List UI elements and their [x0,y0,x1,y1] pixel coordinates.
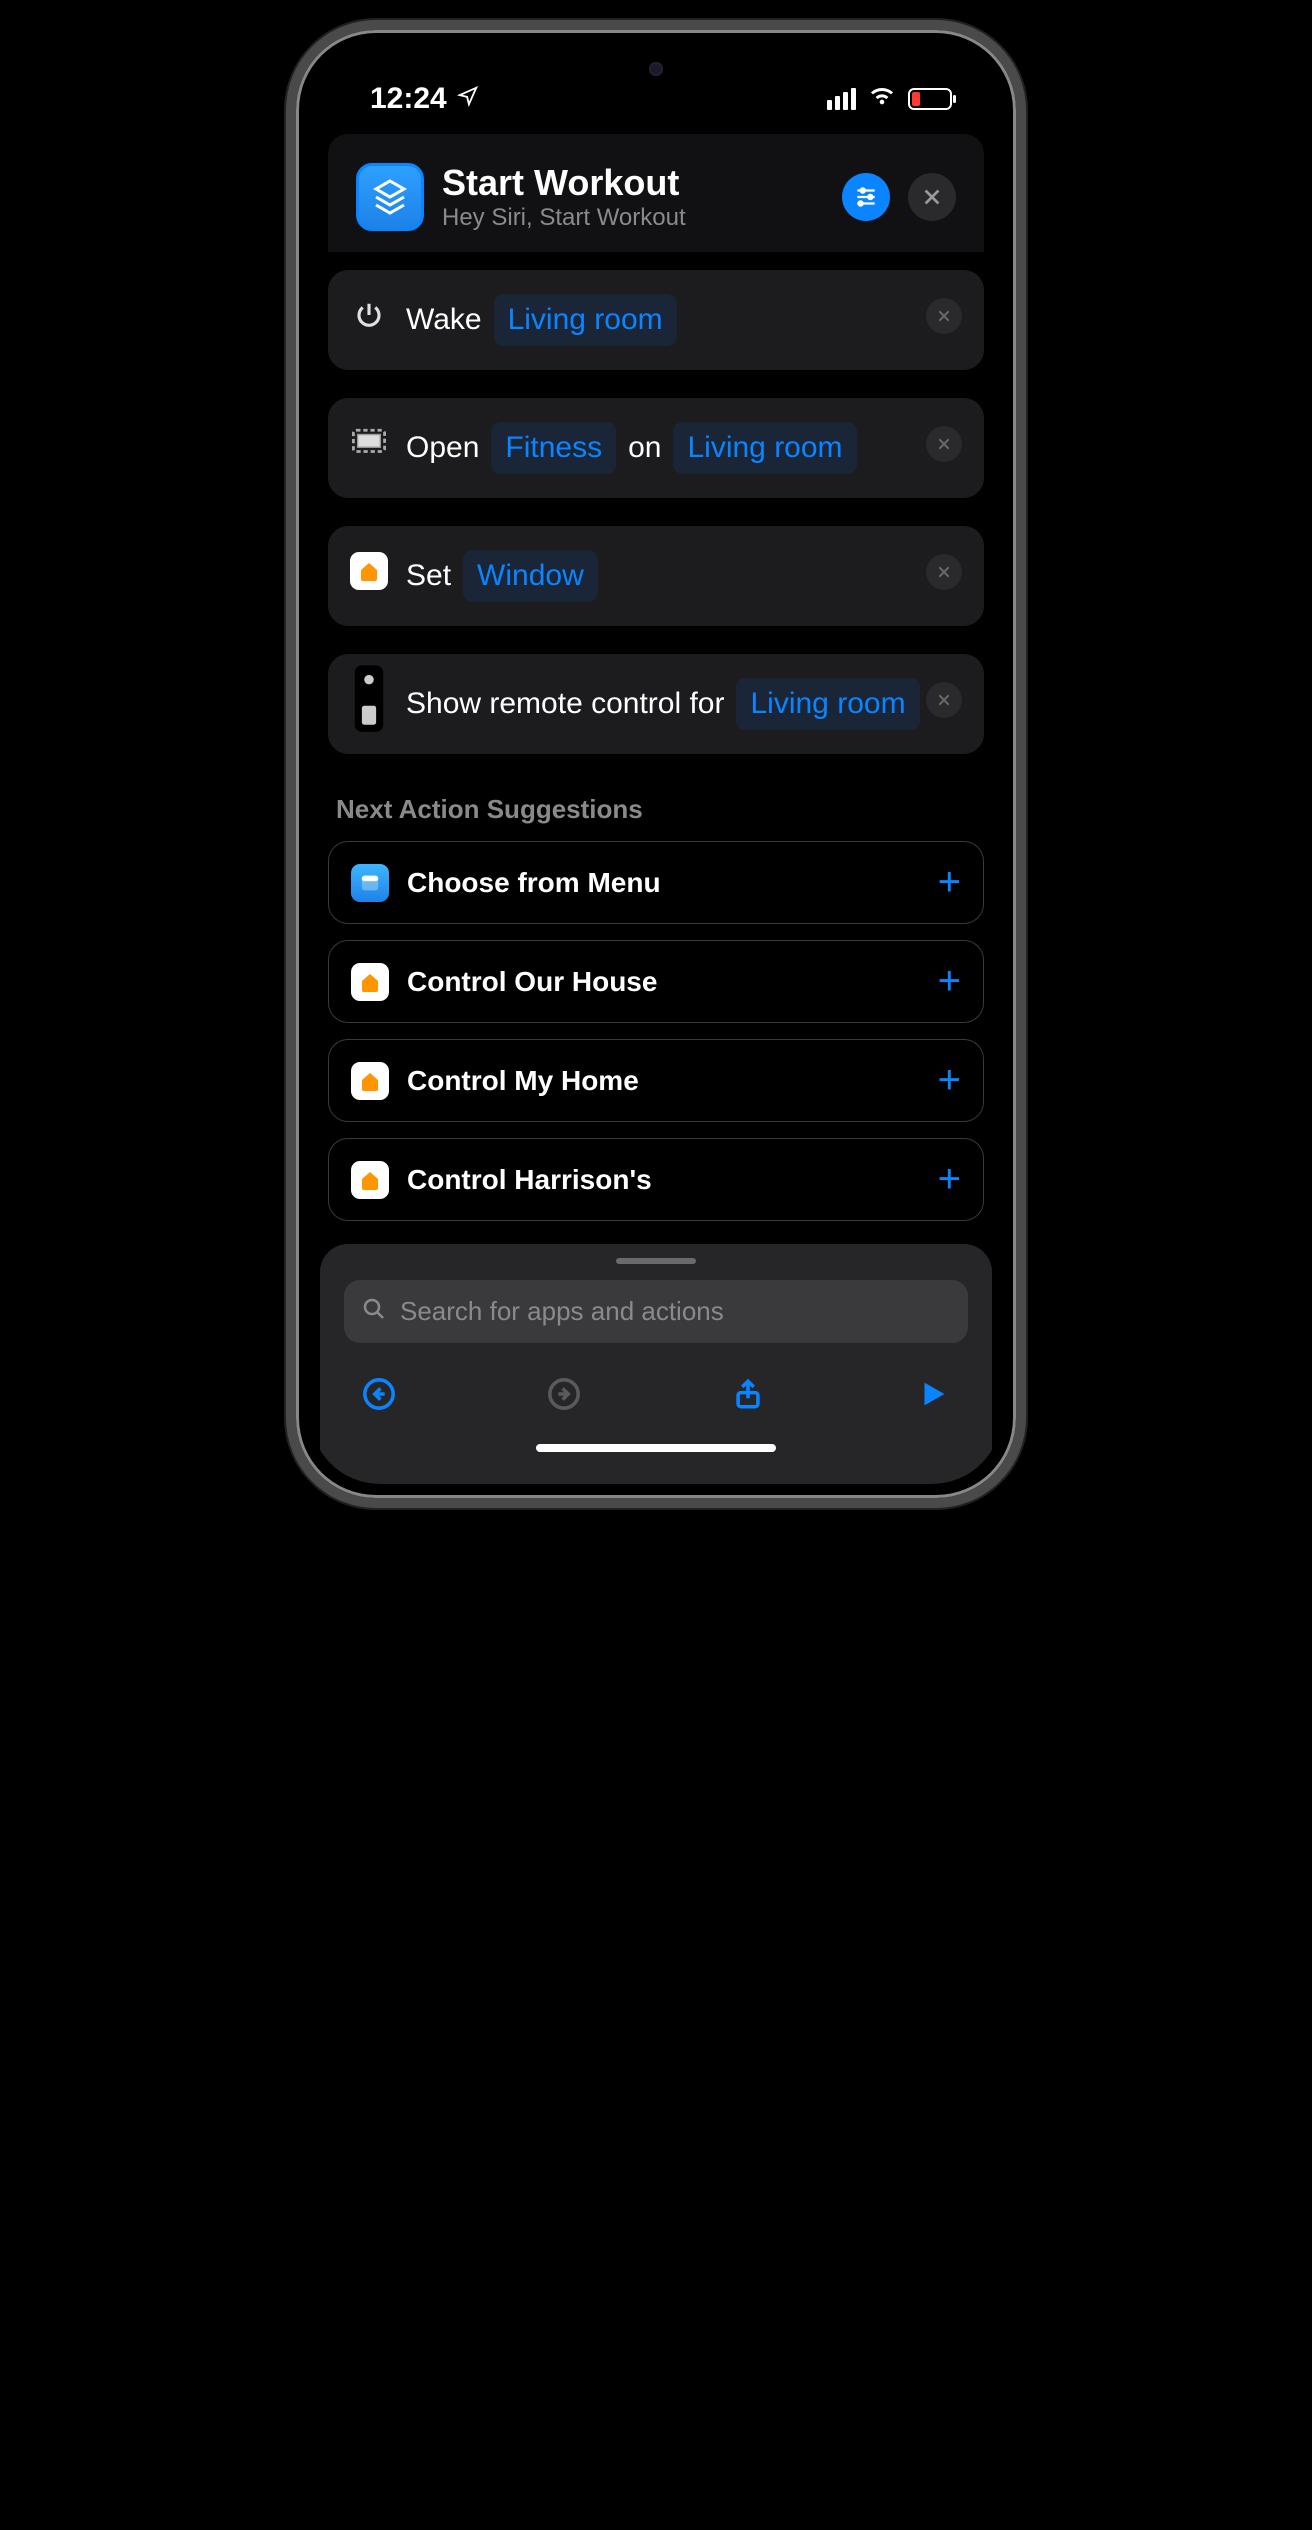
tv-icon [350,424,388,462]
location-icon [457,85,479,114]
play-icon [916,1377,950,1411]
siri-phrase: Hey Siri, Start Workout [442,204,824,232]
add-suggestion-button[interactable]: + [938,1058,961,1103]
add-suggestion-button[interactable]: + [938,1157,961,1202]
redo-icon [547,1377,581,1411]
action-card[interactable]: WakeLiving room [328,270,984,370]
action-body: Set Window [406,550,962,602]
remove-action-button[interactable] [926,298,962,334]
action-parameter[interactable]: Living room [673,422,856,474]
add-suggestion-button[interactable]: + [938,860,961,905]
suggestion-label: Control My Home [407,1065,920,1097]
suggestion-item[interactable]: Control My Home + [328,1039,984,1122]
action-text: Wake [406,296,482,344]
share-button[interactable] [731,1377,765,1416]
action-body: OpenFitnessonLiving room [406,422,962,474]
battery-icon [908,88,952,110]
suggestion-item[interactable]: Control Our House + [328,940,984,1023]
action-body: WakeLiving room [406,294,962,346]
search-placeholder: Search for apps and actions [400,1296,724,1327]
wifi-icon [868,81,896,117]
suggestion-label: Control Harrison's [407,1164,920,1196]
action-parameter[interactable]: Living room [736,678,919,730]
close-icon [936,564,952,580]
home-icon [350,552,388,590]
remove-action-button[interactable] [926,682,962,718]
share-icon [731,1377,765,1411]
close-button[interactable] [908,173,956,221]
header: Start Workout Hey Siri, Start Workout [328,134,984,252]
remove-action-button[interactable] [926,554,962,590]
redo-button [547,1377,581,1416]
close-icon [936,308,952,324]
remote-icon [350,680,388,718]
suggestion-label: Control Our House [407,966,920,998]
action-text: Set [406,552,451,600]
suggestion-item[interactable]: Choose from Menu + [328,841,984,924]
action-card[interactable]: Show remote control forLiving room [328,654,984,754]
play-button[interactable] [916,1377,950,1416]
action-text: Show remote control for [406,680,724,728]
home-icon [351,1161,389,1199]
remove-action-button[interactable] [926,426,962,462]
add-suggestion-button[interactable]: + [938,959,961,1004]
undo-button[interactable] [362,1377,396,1416]
phone-screen: 12:24 Start Workout Hey Siri, Start Work… [310,44,1002,1484]
suggestion-label: Choose from Menu [407,867,920,899]
action-body: Show remote control forLiving room [406,678,962,730]
shortcut-app-icon [356,163,424,231]
suggestions-heading: Next Action Suggestions [336,794,976,825]
suggestion-item[interactable]: Control Harrison's + [328,1138,984,1221]
menu-icon [351,864,389,902]
action-parameter[interactable]: Fitness [491,422,616,474]
notch [541,44,771,94]
phone-frame: 12:24 Start Workout Hey Siri, Start Work… [286,20,1026,1508]
close-icon [921,186,943,208]
home-icon [351,963,389,1001]
settings-button[interactable] [842,173,890,221]
action-text: on [628,424,661,472]
status-time: 12:24 [370,82,447,116]
bottom-sheet[interactable]: Search for apps and actions [320,1244,992,1484]
action-text: Open [406,424,479,472]
drag-handle-icon[interactable] [616,1258,696,1264]
search-icon [362,1297,386,1326]
power-icon [350,296,388,334]
close-icon [936,436,952,452]
action-card[interactable]: Set Window [328,526,984,626]
toolbar [344,1343,968,1426]
action-parameter[interactable]: Living room [494,294,677,346]
action-parameter[interactable]: Window [463,550,598,602]
home-icon [351,1062,389,1100]
search-input[interactable]: Search for apps and actions [344,1280,968,1343]
page-title: Start Workout [442,162,824,204]
cellular-icon [827,88,856,110]
sliders-icon [853,184,879,210]
action-card[interactable]: OpenFitnessonLiving room [328,398,984,498]
close-icon [936,692,952,708]
undo-icon [362,1377,396,1411]
home-indicator[interactable] [536,1444,776,1452]
